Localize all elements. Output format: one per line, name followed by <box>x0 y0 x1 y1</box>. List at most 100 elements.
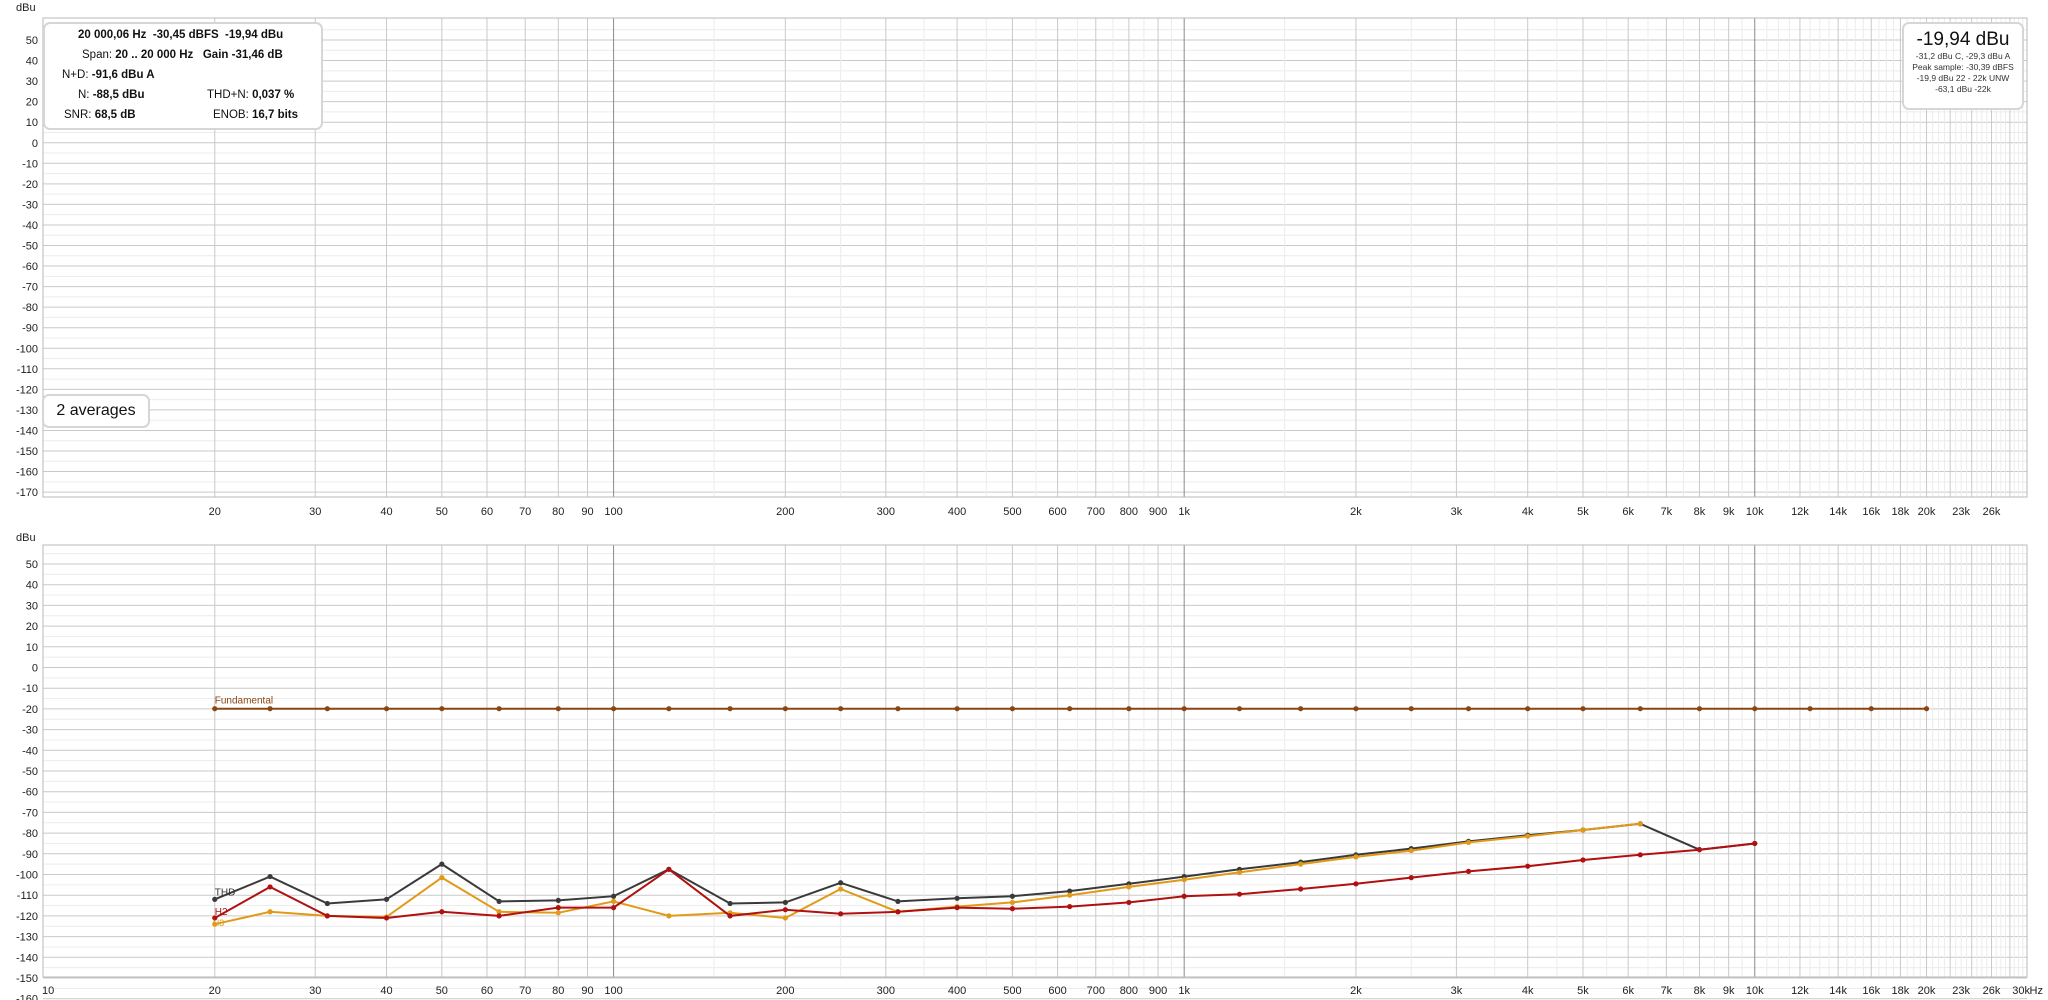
data-point-h3 <box>267 909 273 915</box>
bottom-x-tick: 30 <box>309 985 321 997</box>
data-point-h3 <box>610 898 617 905</box>
thdn-label: THD+N: <box>207 89 249 101</box>
data-point-fundamental <box>1009 706 1016 712</box>
data-point-thd <box>439 861 445 867</box>
data-point-thd <box>895 898 901 905</box>
data-point-fundamental <box>212 706 218 712</box>
bottom-y-tick: -60 <box>22 787 38 799</box>
data-point-fundamental <box>1181 706 1187 712</box>
data-point-thd <box>610 893 617 899</box>
data-point-h2 <box>782 907 788 913</box>
bottom-y-tick: -80 <box>22 828 38 840</box>
data-point-h2 <box>1126 899 1132 906</box>
top-x-tick: 4k <box>1522 506 1534 518</box>
data-point-h3 <box>1009 899 1016 906</box>
data-point-h3 <box>1465 839 1472 846</box>
top-y-tick: -130 <box>16 405 38 417</box>
top-x-tick: 700 <box>1087 506 1105 518</box>
level-main-value: -19,94 dBu <box>1916 29 2010 50</box>
data-point-fundamental <box>267 706 273 712</box>
data-point-h2 <box>1580 857 1586 863</box>
bottom-x-tick: 10 <box>42 985 54 997</box>
data-point-h2 <box>439 909 445 915</box>
bottom-y-tick: 20 <box>26 621 38 633</box>
series-label-thd: THD <box>215 887 236 898</box>
bottom-y-tick: -20 <box>22 704 38 716</box>
top-y-tick: -70 <box>22 282 38 294</box>
bottom-y-tick: 10 <box>26 642 38 654</box>
data-point-h3 <box>1408 848 1414 854</box>
data-point-h2 <box>1465 868 1472 874</box>
bottom-y-tick: -100 <box>16 870 38 882</box>
top-x-tick: 16k <box>1862 506 1880 518</box>
bottom-x-tick: 14k <box>1829 985 1847 997</box>
bottom-y-tick: -50 <box>22 766 38 778</box>
data-point-fundamental <box>838 706 844 712</box>
thdn-value: 0,037 % <box>252 89 295 101</box>
data-point-h3 <box>1181 877 1187 883</box>
data-point-h2 <box>1236 891 1243 897</box>
data-point-h3 <box>1126 884 1132 890</box>
data-point-fundamental <box>1126 706 1132 712</box>
top-x-tick: 1k <box>1178 506 1190 518</box>
data-point-thd <box>954 895 960 901</box>
level-unweighted: -19,9 dBu 22 - 22k UNW <box>1916 73 2010 83</box>
data-point-fundamental <box>895 706 901 712</box>
series-label-fundamental: Fundamental <box>215 696 273 707</box>
bottom-y-tick: -140 <box>16 952 38 964</box>
top-y-tick: -30 <box>22 199 38 211</box>
bottom-x-tick: 10k <box>1746 985 1764 997</box>
bottom-y-tick: -90 <box>22 849 38 861</box>
readout-dbu: -19,94 dBu <box>225 29 284 41</box>
top-panel-x-tick-labels: 20 30 40 50 60 70 80 90 100 200 300 400 500 600 700 800… <box>209 506 2001 518</box>
gain-value: -31,46 dB <box>231 49 283 61</box>
data-point-fundamental <box>1637 706 1643 712</box>
top-x-tick: 3k <box>1451 506 1463 518</box>
data-point-fundamental <box>496 706 502 712</box>
data-point-fundamental <box>1236 706 1243 712</box>
measurement-readout[interactable]: 20 000,06 Hz -30,45 dBFS -19,94 dBu Span… <box>43 22 323 130</box>
data-point-fundamental <box>1298 706 1304 712</box>
top-x-tick: 800 <box>1120 506 1138 518</box>
bottom-panel-x-tick-labels: 10 20 30 40 50 60 70 80 90 100 200 300 400 500 600 700 8… <box>42 985 2043 997</box>
bottom-x-tick: 300 <box>877 985 895 997</box>
bottom-x-tick: 50 <box>436 985 448 997</box>
bottom-x-tick: 70 <box>519 985 531 997</box>
bottom-x-tick: 5k <box>1577 985 1589 997</box>
top-x-tick: 40 <box>380 506 392 518</box>
bottom-x-tick: 8k <box>1694 985 1706 997</box>
data-point-h2 <box>954 905 960 911</box>
data-point-h2 <box>555 905 561 911</box>
data-point-h3 <box>1298 861 1304 867</box>
bottom-x-tick: 400 <box>948 985 966 997</box>
bottom-x-tick: 2k <box>1350 985 1362 997</box>
top-y-tick: -80 <box>22 302 38 314</box>
bottom-x-tick: 200 <box>776 985 794 997</box>
top-y-tick: 10 <box>26 117 38 129</box>
top-y-tick: 30 <box>26 76 38 88</box>
noise-value: -88,5 dBu <box>92 89 145 101</box>
data-point-h3 <box>838 886 844 892</box>
top-y-tick: -160 <box>16 467 38 479</box>
top-y-tick: -110 <box>17 364 38 376</box>
data-point-h2 <box>895 909 901 915</box>
data-point-h3 <box>439 875 445 881</box>
data-point-thd <box>496 898 502 905</box>
bottom-x-tick: 80 <box>552 985 564 997</box>
analyzer-plot[interactable]: 50403020100-10-20-30-40-50-60-70-80-90-1… <box>0 0 2048 1000</box>
bottom-x-tick: 12k <box>1791 985 1809 997</box>
data-point-fundamental <box>1408 706 1414 712</box>
top-y-tick: -90 <box>22 323 38 335</box>
data-point-h3 <box>555 910 561 916</box>
averages-badge[interactable]: 2 averages <box>42 394 150 428</box>
top-y-tick: -20 <box>22 179 38 191</box>
level-meter-readout[interactable]: -19,94 dBu -31,2 dBu C, -29,3 dBu A Peak… <box>1902 22 2024 110</box>
bottom-y-tick: -130 <box>16 932 38 944</box>
top-x-tick: 50 <box>436 506 448 518</box>
enob-value: 16,7 bits <box>252 109 299 121</box>
bottom-x-tick: 6k <box>1622 985 1634 997</box>
top-y-tick: -170 <box>16 487 38 499</box>
bottom-y-tick: 30 <box>26 600 38 612</box>
bottom-x-tick: 18k <box>1892 985 1910 997</box>
top-y-tick: -140 <box>16 425 38 437</box>
